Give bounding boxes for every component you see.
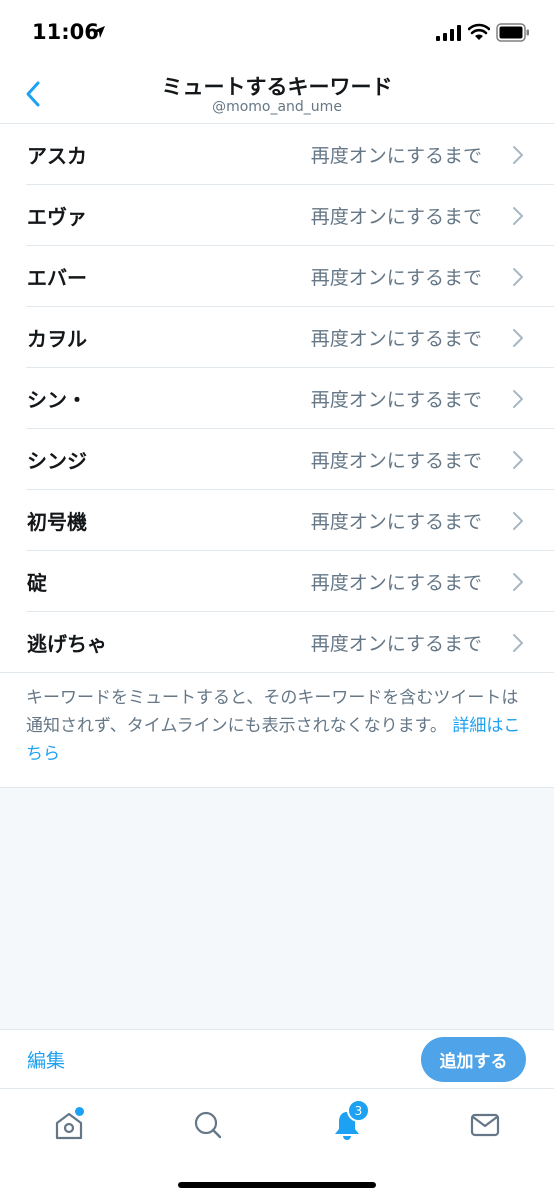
chevron-right-icon: [513, 512, 523, 530]
chevron-right-icon: [513, 329, 523, 347]
tab-bar: 3: [0, 1089, 554, 1200]
keyword-label: エヴァ: [27, 205, 87, 229]
keyword-label: シン・: [27, 388, 87, 412]
chevron-right-icon: [513, 146, 523, 164]
tab-notifications[interactable]: 3: [327, 1099, 370, 1145]
edit-button[interactable]: 編集: [27, 1046, 65, 1073]
add-keyword-button[interactable]: 追加する: [421, 1037, 526, 1082]
keyword-row[interactable]: アスカ 再度オンにするまで: [0, 124, 554, 185]
chevron-right-icon: [513, 451, 523, 469]
keyword-row[interactable]: エバー 再度オンにするまで: [0, 246, 554, 307]
muted-keyword-list: アスカ 再度オンにするまで エヴァ 再度オンにするまで エバー 再度オンにするま…: [0, 124, 554, 673]
empty-area: [0, 788, 554, 1029]
keyword-duration: 再度オンにするまで: [310, 511, 482, 533]
keyword-label: シンジ: [27, 449, 87, 473]
keyword-duration: 再度オンにするまで: [310, 267, 482, 289]
tab-home[interactable]: [49, 1105, 89, 1145]
tab-messages[interactable]: [465, 1105, 505, 1145]
location-arrow-icon: [93, 26, 105, 38]
chevron-right-icon: [513, 634, 523, 652]
keyword-row[interactable]: 初号機 再度オンにするまで: [0, 490, 554, 551]
keyword-label: エバー: [27, 266, 87, 290]
keyword-duration: 再度オンにするまで: [310, 450, 482, 472]
keyword-duration: 再度オンにするまで: [310, 572, 482, 594]
keyword-row[interactable]: エヴァ 再度オンにするまで: [0, 185, 554, 246]
nav-header: ミュートするキーワード @momo_and_ume: [0, 66, 554, 124]
keyword-label: 碇: [27, 571, 47, 595]
keyword-label: 逃げちゃ: [27, 632, 107, 656]
keyword-duration: 再度オンにするまで: [310, 206, 482, 228]
home-indicator: [178, 1182, 376, 1188]
keyword-row[interactable]: 碇 再度オンにするまで: [0, 551, 554, 612]
keyword-row[interactable]: シン・ 再度オンにするまで: [0, 368, 554, 429]
keyword-duration: 再度オンにするまで: [310, 328, 482, 350]
account-handle: @momo_and_ume: [212, 99, 342, 115]
keyword-row[interactable]: 逃げちゃ 再度オンにするまで: [0, 612, 554, 673]
new-content-dot: [75, 1107, 84, 1116]
keyword-row[interactable]: シンジ 再度オンにするまで: [0, 429, 554, 490]
action-bar: 編集 追加する: [0, 1029, 554, 1089]
chevron-right-icon: [513, 268, 523, 286]
mute-description: キーワードをミュートすると、そのキーワードを含むツイートは通知されず、タイムライ…: [26, 684, 526, 768]
status-time: 11:06: [32, 20, 99, 44]
keyword-label: 初号機: [27, 510, 87, 534]
keyword-row[interactable]: カヲル 再度オンにするまで: [0, 307, 554, 368]
page-title: ミュートするキーワード: [161, 75, 393, 99]
chevron-right-icon: [513, 207, 523, 225]
keyword-label: アスカ: [27, 144, 87, 168]
wifi-icon: [468, 23, 490, 40]
keyword-duration: 再度オンにするまで: [310, 633, 482, 655]
keyword-duration: 再度オンにするまで: [310, 389, 482, 411]
keyword-label: カヲル: [27, 327, 87, 351]
tab-search[interactable]: [188, 1105, 228, 1145]
status-bar: 11:06: [0, 0, 554, 66]
description-text: キーワードをミュートすると、そのキーワードを含むツイートは通知されず、タイムライ…: [26, 688, 519, 736]
chevron-right-icon: [513, 573, 523, 591]
battery-icon: [496, 23, 529, 42]
chevron-right-icon: [513, 390, 523, 408]
search-icon: [194, 1111, 222, 1139]
notification-badge: 3: [347, 1099, 370, 1122]
mail-icon: [470, 1113, 500, 1137]
cellular-signal-icon: [436, 25, 461, 41]
keyword-duration: 再度オンにするまで: [310, 145, 482, 167]
